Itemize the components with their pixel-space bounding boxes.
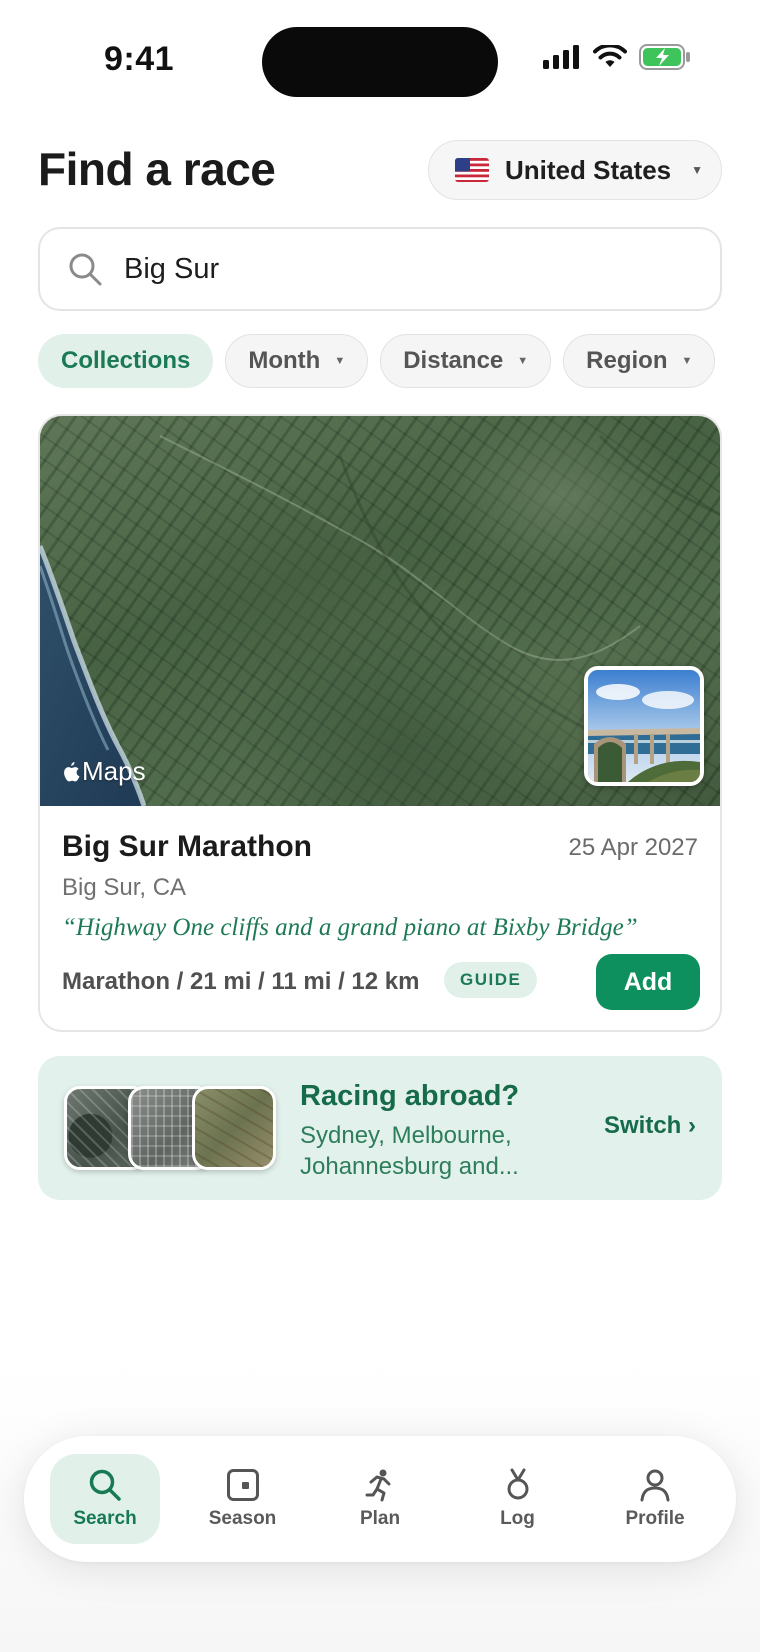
filter-month-label: Month	[248, 347, 321, 374]
tab-profile-label: Profile	[625, 1508, 685, 1529]
search-input[interactable]	[124, 252, 684, 286]
tab-search[interactable]: Search	[50, 1454, 160, 1544]
filter-distance-label: Distance	[403, 347, 504, 374]
runner-icon	[365, 1469, 391, 1502]
page-title: Find a race	[38, 143, 276, 195]
tab-season-label: Season	[208, 1508, 277, 1529]
filter-distance[interactable]: Distance ▼	[380, 334, 552, 388]
tab-plan-label: Plan	[359, 1508, 401, 1529]
add-race-button[interactable]: Add	[596, 954, 700, 1010]
dynamic-island	[262, 27, 498, 97]
caret-down-icon: ▼	[691, 163, 704, 177]
apple-maps-logo: Maps	[62, 756, 146, 787]
filter-chips: Collections Month ▼ Distance ▼ Region ▼	[38, 334, 716, 388]
search-icon	[89, 1469, 121, 1501]
tab-log[interactable]: Log	[463, 1454, 573, 1544]
filter-collections-label: Collections	[61, 347, 191, 374]
switch-region-link[interactable]: Switch ›	[604, 1112, 696, 1140]
abroad-subtitle: Sydney, Melbourne, Johannesburg and...	[300, 1122, 519, 1180]
tab-profile[interactable]: Profile	[600, 1454, 710, 1544]
race-map[interactable]: Maps	[40, 416, 720, 806]
person-icon	[640, 1469, 670, 1502]
racing-abroad-banner[interactable]: Racing abroad? Sydney, Melbourne, Johann…	[38, 1056, 722, 1200]
race-distances: Marathon / 21 mi / 11 mi / 12 km	[62, 968, 420, 995]
search-icon	[69, 253, 102, 286]
race-location: Big Sur, CA	[62, 874, 187, 901]
race-date: 25 Apr 2027	[568, 834, 698, 861]
abroad-title: Racing abroad?	[300, 1080, 520, 1112]
search-box[interactable]	[38, 227, 722, 311]
race-card[interactable]: Maps Big Sur Marathon 25 Apr 2027 Big Su…	[38, 414, 722, 1032]
wifi-icon	[593, 45, 627, 67]
caret-down-icon: ▼	[517, 355, 529, 367]
country-label: United States	[505, 154, 672, 185]
filter-region-label: Region	[586, 347, 668, 374]
race-photo[interactable]	[584, 666, 704, 786]
tab-log-label: Log	[500, 1508, 535, 1529]
medal-icon	[507, 1468, 528, 1500]
maps-label: Maps	[82, 756, 146, 786]
caret-down-icon: ▼	[334, 355, 346, 367]
city-thumbnail	[192, 1086, 276, 1170]
guide-badge: GUIDE	[444, 962, 538, 998]
filter-collections[interactable]: Collections	[38, 334, 214, 388]
tab-bar: Search Season Plan Log Profile	[24, 1436, 736, 1562]
tab-search-label: Search	[73, 1508, 137, 1529]
bridge-photo-image	[588, 670, 700, 782]
apple-logo-icon	[64, 761, 80, 781]
battery-icon	[639, 44, 690, 70]
tab-plan[interactable]: Plan	[325, 1454, 435, 1544]
status-time: 9:41	[104, 40, 175, 78]
signal-icon	[543, 45, 579, 69]
filter-region[interactable]: Region ▼	[563, 334, 716, 388]
race-name[interactable]: Big Sur Marathon	[62, 830, 312, 864]
filter-month[interactable]: Month ▼	[225, 334, 369, 388]
tab-season[interactable]: Season	[188, 1454, 298, 1544]
country-selector[interactable]: United States ▼	[428, 140, 722, 200]
status-icons	[543, 44, 691, 70]
calendar-square-icon	[226, 1469, 259, 1501]
race-tagline: “Highway One cliffs and a grand piano at…	[62, 914, 638, 941]
us-flag-icon	[455, 158, 489, 182]
caret-down-icon: ▼	[681, 355, 693, 367]
status-bar: 9:41	[0, 0, 760, 120]
